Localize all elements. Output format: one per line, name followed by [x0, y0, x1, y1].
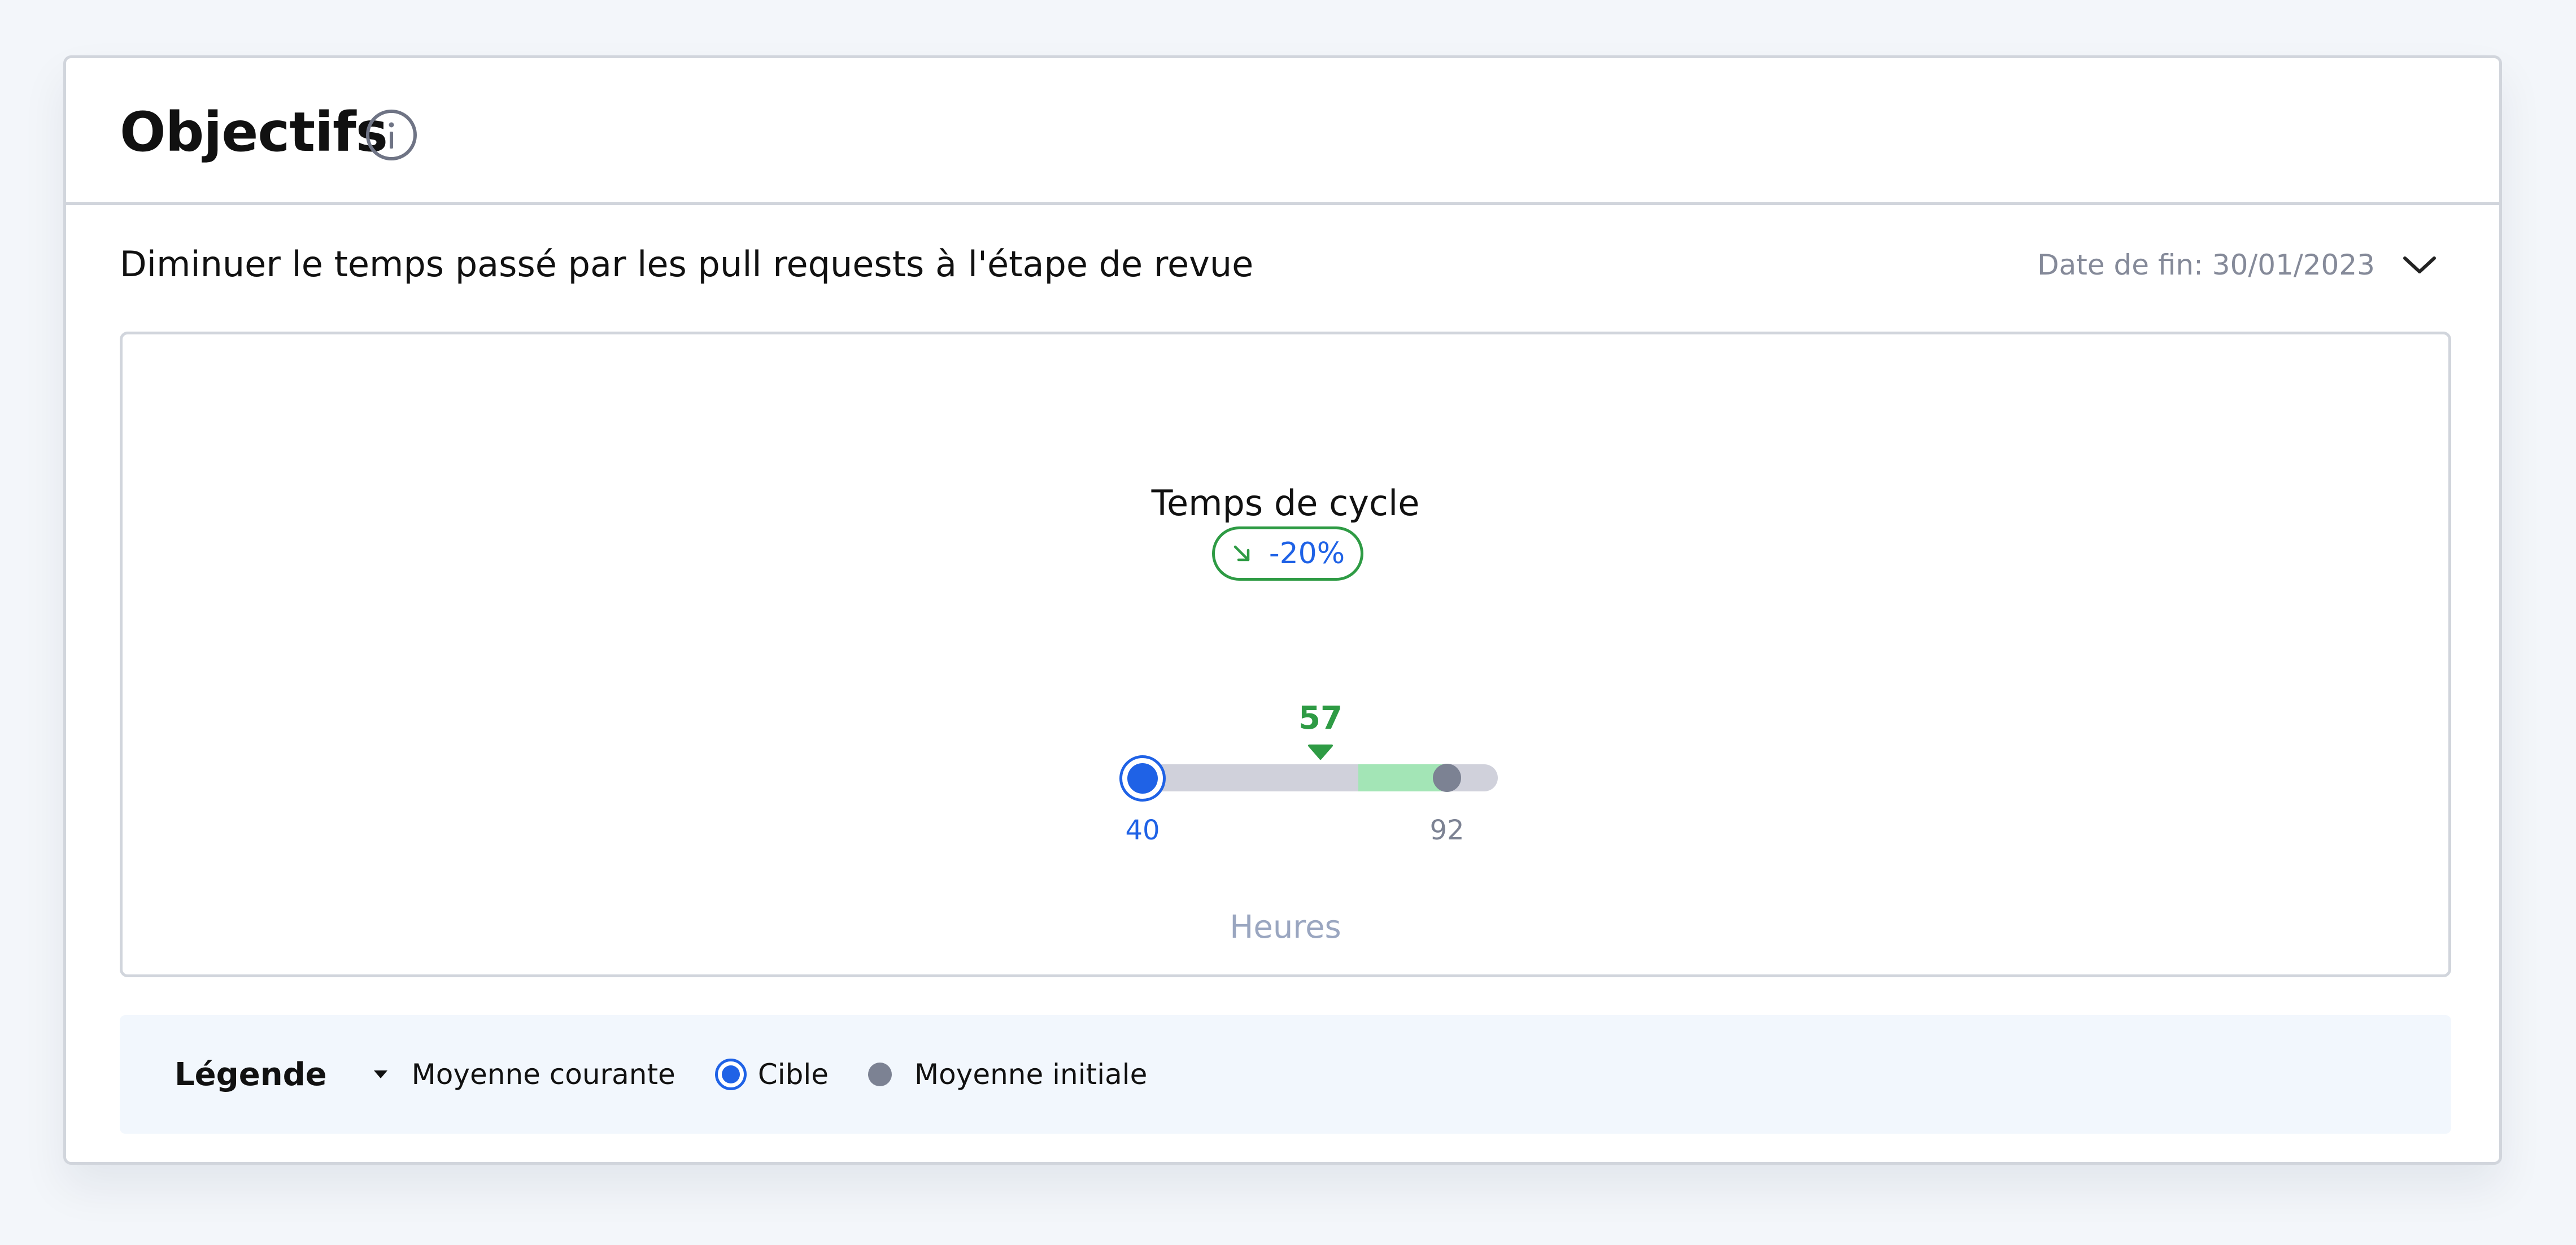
- change-value: -20%: [1269, 537, 1345, 571]
- legend-item-label: Moyenne courante: [411, 1058, 675, 1091]
- current-average-marker: [1308, 745, 1333, 760]
- arrow-down-right-icon: [1233, 545, 1250, 561]
- metric-title: Temps de cycle: [1151, 482, 1420, 524]
- target-dot-icon: [714, 1059, 747, 1090]
- objectives-card: Objectifs Diminuer le temps passé par le…: [63, 55, 2502, 1165]
- page-title: Objectifs: [120, 101, 388, 164]
- legend: Légende Moyenne courante Cible Moyenne i…: [120, 1015, 2451, 1134]
- card-header: Objectifs: [66, 58, 2499, 205]
- legend-title: Légende: [175, 1056, 327, 1093]
- legend-item-label: Cible: [757, 1058, 829, 1091]
- change-badge: -20%: [1212, 526, 1363, 581]
- legend-item-label: Moyenne initiale: [914, 1058, 1148, 1091]
- gray-dot-icon: [868, 1063, 892, 1086]
- metric-panel: Temps de cycle -20% 57 40 92 Heures: [120, 332, 2451, 977]
- initial-average-dot: [1433, 764, 1461, 792]
- chevron-down-icon[interactable]: [2399, 245, 2440, 285]
- objective-end-date: Date de fin: 30/01/2023: [2037, 249, 2375, 281]
- unit-label: Heures: [1230, 909, 1341, 946]
- objective-title: Diminuer le temps passé par les pull req…: [120, 243, 1254, 285]
- info-circle-icon[interactable]: [364, 108, 419, 162]
- target-dot: [1119, 755, 1166, 802]
- legend-item-initial-average: Moyenne initiale: [868, 1058, 1147, 1091]
- legend-item-current-average: Moyenne courante: [372, 1058, 675, 1091]
- triangle-down-icon: [373, 1070, 387, 1078]
- current-average-value: 57: [1298, 700, 1343, 737]
- initial-average-value: 92: [1429, 815, 1464, 846]
- target-value: 40: [1125, 815, 1160, 846]
- legend-item-target: Cible: [714, 1058, 829, 1091]
